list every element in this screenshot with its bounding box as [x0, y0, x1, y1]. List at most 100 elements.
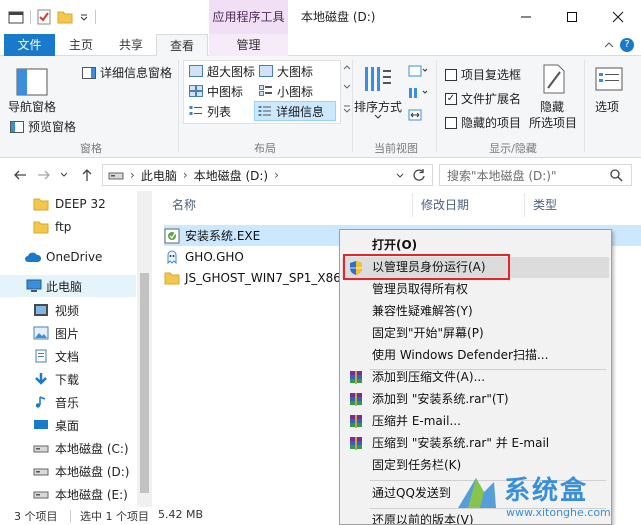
file-row-gho[interactable]: GHO.GHO [164, 246, 244, 267]
status-separator [70, 510, 71, 522]
layout-details[interactable]: 详细信息 [254, 101, 336, 121]
medium-icons-icon [189, 85, 203, 97]
menu-item-open[interactable]: 打开(O) [342, 235, 609, 256]
refresh-icon[interactable] [412, 168, 426, 182]
column-header-type[interactable]: 类型 [525, 191, 635, 219]
menu-item-defender-scan[interactable]: 使用 Windows Defender扫描... [342, 345, 609, 366]
nav-scrollbar[interactable] [137, 191, 152, 507]
add-columns-icon[interactable] [408, 86, 428, 100]
nav-item-drive-d[interactable]: 本地磁盘 (D:) [0, 460, 136, 482]
layout-gallery-scroll[interactable] [342, 60, 352, 124]
nav-item-label: ftp [55, 220, 72, 234]
sort-by-label[interactable]: 排序方式 [354, 98, 402, 115]
column-header-name[interactable]: 名称 [164, 191, 414, 219]
nav-item-this-pc[interactable]: 此电脑 [0, 275, 136, 297]
file-extensions-checkbox[interactable]: ✓ [445, 92, 457, 105]
layout-extra-large-icons[interactable]: 超大图标 [186, 62, 258, 80]
nav-item-documents[interactable]: 文档 [0, 345, 136, 367]
download-icon [35, 373, 47, 385]
nav-item-onedrive[interactable]: OneDrive [0, 246, 136, 268]
preview-pane-button[interactable]: 预览窗格 [10, 118, 76, 135]
file-row-js-ghost-folder[interactable]: JS_GHOST_WIN7_SP1_X86_ [164, 267, 347, 288]
file-name: 安装系统.EXE [185, 229, 261, 243]
menu-item-compress-email[interactable]: 压缩并 E-mail... [342, 411, 609, 432]
column-header-modified[interactable]: 修改日期 [413, 191, 523, 219]
list-icon [189, 106, 202, 115]
back-button[interactable] [11, 165, 29, 185]
tab-view[interactable]: 查看 [156, 34, 208, 57]
minimize-button[interactable] [503, 0, 549, 34]
layout-medium-icons[interactable]: 中图标 [186, 82, 246, 100]
nav-item-videos[interactable]: 视频 [0, 299, 136, 321]
layout-list[interactable]: 列表 [186, 102, 234, 120]
menu-item-troubleshoot-compat[interactable]: 兼容性疑难解答(Y) [342, 301, 609, 322]
nav-item-drive-c[interactable]: 本地磁盘 (C:) [0, 437, 136, 459]
nav-item-deep32[interactable]: DEEP 32 [0, 193, 136, 215]
status-item-count: 3 个项目 [14, 510, 58, 523]
options-label[interactable]: 选项 [595, 98, 619, 115]
details-pane-button[interactable]: 详细信息窗格 [82, 64, 172, 81]
nav-item-ftp[interactable]: ftp [0, 216, 136, 238]
hide-selected-button[interactable] [534, 62, 574, 98]
help-icon[interactable]: ? [620, 38, 634, 52]
options-button[interactable] [592, 62, 626, 98]
file-name: GHO.GHO [185, 249, 244, 264]
item-checkboxes-toggle[interactable]: 项目复选框 [445, 66, 521, 83]
address-bar[interactable]: › 此电脑 › 本地磁盘 (D:) › [102, 164, 433, 186]
menu-item-add-to-archive[interactable]: 添加到压缩文件(A)... [342, 367, 609, 388]
search-box[interactable]: 搜索"本地磁盘 (D:)" [439, 164, 632, 186]
close-button[interactable] [595, 0, 641, 34]
new-folder-icon[interactable] [57, 10, 73, 24]
status-selected-count: 选中 1 个项目 [80, 510, 149, 523]
nav-item-pictures[interactable]: 图片 [0, 322, 136, 344]
size-all-columns-icon[interactable] [408, 108, 422, 122]
item-checkboxes-checkbox[interactable] [445, 68, 457, 81]
cloud-icon [25, 252, 42, 262]
nav-item-music[interactable]: 音乐 [0, 391, 136, 413]
details-icon [258, 106, 271, 116]
tab-share[interactable]: 共享 [106, 34, 156, 56]
nav-item-downloads[interactable]: 下载 [0, 368, 136, 390]
tab-file[interactable]: 文件 [4, 34, 55, 56]
hide-selected-label-2[interactable]: 所选项目 [529, 114, 577, 131]
menu-item-pin-to-start[interactable]: 固定到"开始"屏幕(P) [342, 323, 609, 344]
up-button[interactable] [78, 165, 96, 185]
menu-item-label: 兼容性疑难解答(Y) [372, 304, 473, 318]
hide-selected-icon [543, 64, 565, 94]
app-icon[interactable] [8, 10, 24, 24]
hidden-items-toggle[interactable]: 隐藏的项目 [445, 114, 521, 131]
layout-small-icons[interactable]: 小图标 [256, 82, 316, 100]
qat-dropdown-icon[interactable] [79, 12, 89, 22]
group-label-panes: 窗格 [80, 142, 102, 155]
layout-large-icons[interactable]: 大图标 [256, 62, 316, 80]
forward-button[interactable] [35, 165, 53, 185]
layout-list-label: 列表 [207, 104, 232, 119]
large-icons-icon [259, 65, 273, 77]
status-selected-size: 5.42 MB [158, 508, 204, 521]
file-extensions-toggle[interactable]: ✓ 文件扩展名 [445, 90, 521, 107]
sort-by-button[interactable] [360, 62, 396, 96]
nav-pane-icon [16, 68, 48, 96]
nav-scrollbar-thumb[interactable] [140, 273, 149, 493]
tab-manage[interactable]: 管理 [209, 34, 288, 56]
menu-item-compress-rar-email[interactable]: 压缩到 "安装系统.rar" 并 E-mail [342, 433, 609, 454]
recent-locations-button[interactable] [58, 165, 70, 185]
tab-home[interactable]: 主页 [56, 34, 106, 56]
breadcrumb-drive-d[interactable]: 本地磁盘 (D:) [194, 167, 268, 184]
hidden-items-checkbox[interactable] [445, 116, 457, 129]
watermark-brand: 系统盒 [504, 476, 589, 506]
hide-selected-label-1[interactable]: 隐藏 [540, 98, 564, 115]
nav-item-drive-e[interactable]: 本地磁盘 (E:) [0, 483, 136, 505]
properties-icon[interactable] [37, 9, 51, 25]
nav-pane-button[interactable] [8, 62, 48, 102]
collapse-ribbon-icon[interactable] [604, 40, 614, 50]
menu-item-add-to-rar[interactable]: 添加到 "安装系统.rar"(T) [342, 389, 609, 410]
address-dropdown-icon[interactable] [396, 173, 404, 179]
forward-arrow-icon [38, 170, 50, 180]
maximize-button[interactable] [549, 0, 595, 34]
breadcrumb-this-pc[interactable]: 此电脑 [141, 167, 177, 184]
menu-item-take-ownership[interactable]: 管理员取得所有权 [342, 279, 609, 300]
nav-pane-label[interactable]: 导航窗格 [8, 98, 56, 115]
group-by-icon[interactable] [408, 64, 428, 78]
nav-item-desktop[interactable]: 桌面 [0, 414, 136, 436]
